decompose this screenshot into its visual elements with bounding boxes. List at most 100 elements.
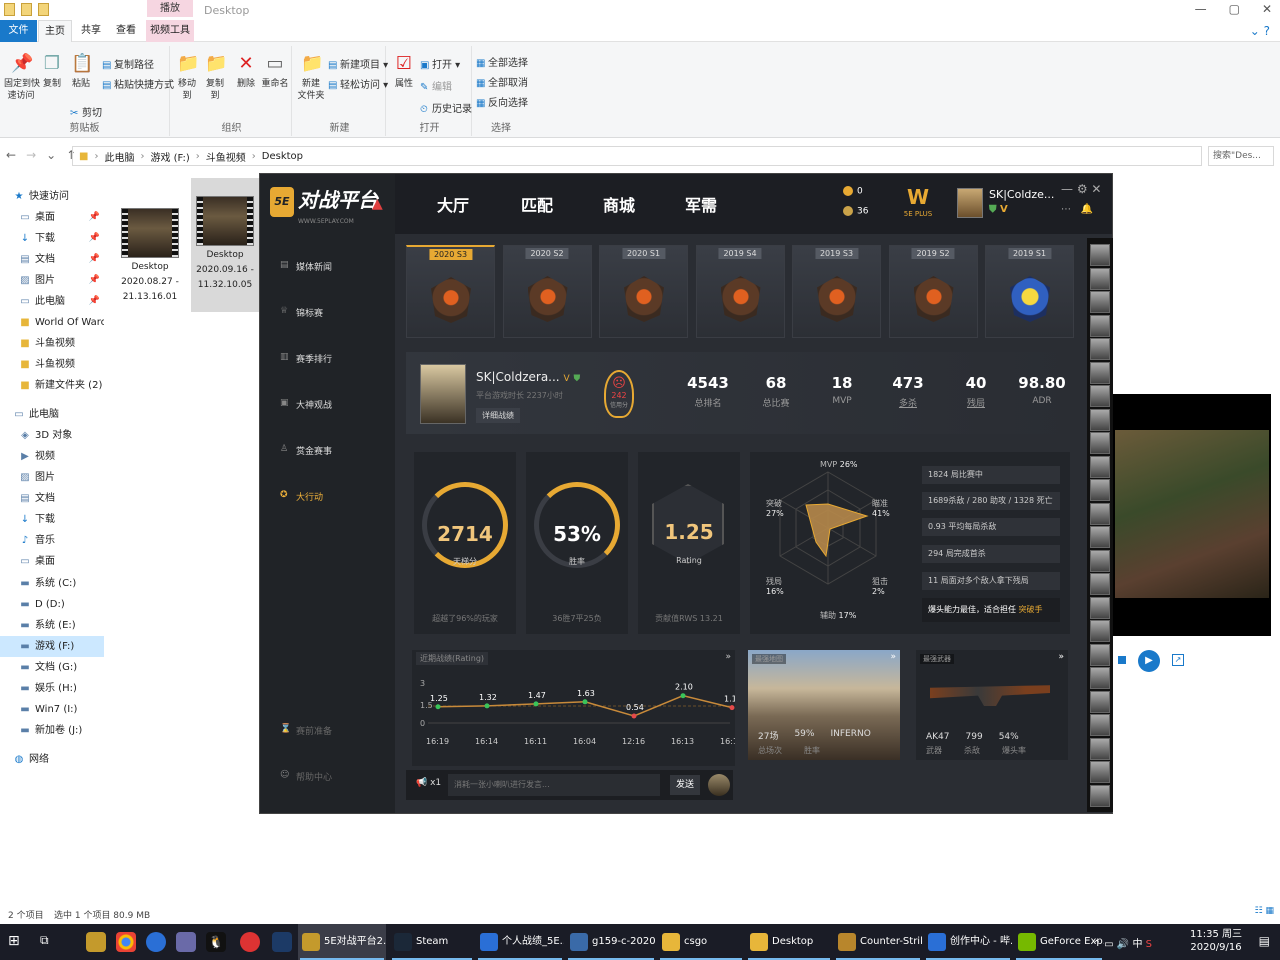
- delete-button[interactable]: ✕ 删除: [234, 52, 258, 90]
- more-icon[interactable]: ⋯: [1061, 204, 1071, 215]
- friend-avatar[interactable]: [1090, 526, 1110, 548]
- friend-avatar[interactable]: [1090, 784, 1110, 807]
- back-arrow-icon[interactable]: ←: [6, 148, 16, 162]
- season-card[interactable]: 2019 S2: [888, 245, 978, 338]
- sidebar-item[interactable]: ▬ D (D:): [0, 594, 104, 615]
- season-card[interactable]: 2019 S4: [695, 245, 785, 338]
- nav-operation[interactable]: ✪ 大行动: [280, 490, 323, 503]
- chrome-icon[interactable]: [116, 932, 136, 952]
- best-map-card[interactable]: 最强地图 » 27场 59% INFERNO 总场次 胜率: [748, 650, 900, 760]
- file-item-selected[interactable]: Desktop 2020.09.16 - 11.32.10.05: [191, 178, 259, 312]
- friend-avatar[interactable]: [1090, 596, 1110, 619]
- friend-avatar[interactable]: [1090, 408, 1110, 431]
- friend-avatar[interactable]: [1090, 667, 1110, 689]
- tab-store[interactable]: 商城: [603, 192, 635, 216]
- task-view-icon[interactable]: ⧉: [40, 933, 49, 948]
- season-card[interactable]: 2019 S3: [792, 245, 881, 338]
- file-item[interactable]: Desktop 2020.08.27 - 21.13.16.01: [116, 208, 184, 305]
- new-folder-button[interactable]: 📁 新建 文件夹: [296, 52, 326, 102]
- app-icon[interactable]: [176, 932, 196, 952]
- taskbar-app[interactable]: 个人战绩_5E...: [476, 924, 564, 960]
- taskbar-app[interactable]: Desktop: [746, 924, 832, 960]
- sidebar-item[interactable]: ■ 斗鱼视频: [0, 354, 104, 375]
- best-weapon-card[interactable]: 最强武器 » AK47 799 54% 武器 杀敌 爆头率: [916, 650, 1068, 760]
- detail-stats-button[interactable]: 详细战绩: [476, 408, 520, 423]
- sidebar-item[interactable]: ▬ 娱乐 (H:): [0, 678, 104, 699]
- breadcrumb-item[interactable]: Desktop: [262, 151, 303, 162]
- friend-avatar[interactable]: [1090, 502, 1110, 525]
- sidebar-item[interactable]: ◈ 3D 对象: [0, 425, 104, 446]
- close-button[interactable]: ✕: [1262, 2, 1272, 16]
- sidebar-item[interactable]: ◍ 网络: [0, 749, 104, 770]
- address-bar[interactable]: ■ › 此电脑 › 游戏 (F:) › 斗鱼视频 › Desktop: [72, 146, 1202, 166]
- sidebar-item[interactable]: ▭ 此电脑: [0, 404, 104, 425]
- stop-icon[interactable]: [1118, 656, 1126, 664]
- taskbar-app[interactable]: csgo: [658, 924, 744, 960]
- sidebar-item[interactable]: ▭ 此电脑 📌: [0, 291, 104, 312]
- quick-access-toolbar[interactable]: [4, 3, 49, 16]
- gear-icon[interactable]: ⚙: [1077, 182, 1088, 196]
- sidebar-item[interactable]: ▬ Win7 (I:): [0, 699, 104, 720]
- search-input[interactable]: 搜索"Des...: [1208, 146, 1274, 166]
- pin-quick-access-button[interactable]: 📌 固定到快 速访问: [4, 52, 40, 102]
- ime-indicator[interactable]: 中: [1132, 939, 1142, 950]
- rename-button[interactable]: ▭ 重命名: [260, 52, 290, 90]
- sidebar-item[interactable]: ■ 斗鱼视频: [0, 333, 104, 354]
- nav-bounty[interactable]: ♙ 赏金赛事: [280, 444, 332, 457]
- minimize-icon[interactable]: —: [1061, 182, 1073, 196]
- friend-avatar[interactable]: [1090, 737, 1110, 760]
- notification-icon[interactable]: ▤: [1259, 934, 1270, 948]
- new-item-button[interactable]: ▤ 新建项目 ▾: [328, 56, 388, 71]
- friend-avatar[interactable]: [1090, 385, 1110, 407]
- sidebar-item[interactable]: ★ 快速访问: [0, 186, 104, 207]
- copy-button[interactable]: ❐ 复制: [40, 52, 64, 90]
- paste-button[interactable]: 📋 粘贴: [68, 52, 94, 90]
- taskbar-app[interactable]: Steam: [390, 924, 474, 960]
- taskbar-app[interactable]: Counter-Strik...: [834, 924, 922, 960]
- friend-avatar[interactable]: [1090, 432, 1110, 454]
- help-icon[interactable]: ⌄ ?: [1250, 24, 1270, 38]
- invert-selection-button[interactable]: ▦ 反向选择: [476, 94, 528, 109]
- friend-avatar[interactable]: [1090, 244, 1110, 266]
- sidebar-item[interactable]: ▬ 系统 (C:): [0, 573, 104, 594]
- sidebar-item[interactable]: ▬ 新加卷 (J:): [0, 720, 104, 741]
- chat-input[interactable]: 消耗一张小喇叭进行发言...: [448, 774, 660, 796]
- copy-path-button[interactable]: ▤ 复制路径: [102, 56, 154, 71]
- bell-icon[interactable]: 🔔: [1081, 204, 1093, 215]
- easy-access-button[interactable]: ▤ 轻松访问 ▾: [328, 76, 388, 91]
- breadcrumb-item[interactable]: 游戏 (F:): [150, 149, 189, 164]
- sidebar-item[interactable]: ↓ 下载: [0, 509, 104, 530]
- cut-button[interactable]: ✂ 剪切: [70, 104, 102, 119]
- sidebar-item[interactable]: ■ 新建文件夹 (2): [0, 375, 104, 396]
- nav-season-rank[interactable]: ▥ 赛季排行: [280, 352, 332, 365]
- nav-spectate[interactable]: ▣ 大神观战: [280, 398, 332, 411]
- chevron-right-icon[interactable]: »: [890, 652, 896, 662]
- qq-icon[interactable]: 🐧: [206, 932, 226, 952]
- sidebar-item[interactable]: ▭ 桌面 📌: [0, 207, 104, 228]
- history-button[interactable]: ⏲ 历史记录: [420, 100, 472, 115]
- username[interactable]: SK|Coldze...: [989, 188, 1054, 201]
- friend-avatar[interactable]: [1090, 314, 1110, 337]
- sidebar-item[interactable]: ▤ 文档: [0, 488, 104, 509]
- season-card[interactable]: 2019 S1: [985, 245, 1074, 338]
- friend-avatar[interactable]: [1090, 291, 1110, 313]
- friend-avatar[interactable]: [1090, 690, 1110, 713]
- tab-share[interactable]: 共享: [76, 20, 106, 42]
- select-none-button[interactable]: ▦ 全部取消: [476, 74, 528, 89]
- friend-avatar[interactable]: [1090, 620, 1110, 642]
- tab-video-tools[interactable]: 视频工具: [146, 20, 194, 42]
- taskbar-app[interactable]: 创作中心 - 哔...: [924, 924, 1012, 960]
- friend-avatar[interactable]: [1090, 338, 1110, 360]
- sidebar-item[interactable]: ▬ 文档 (G:): [0, 657, 104, 678]
- taskbar-app[interactable]: g159-c-2020...: [566, 924, 656, 960]
- tab-view[interactable]: 查看: [110, 20, 142, 42]
- tab-supplies[interactable]: 军需: [685, 192, 717, 216]
- nav-prep[interactable]: ⌛ 赛前准备: [280, 724, 332, 737]
- close-icon[interactable]: ✕: [1091, 182, 1101, 196]
- paste-shortcut-button[interactable]: ▤ 粘贴快捷方式: [102, 76, 174, 91]
- sidebar-item[interactable]: ▬ 游戏 (F:): [0, 636, 104, 657]
- sidebar-item[interactable]: ▨ 图片 📌: [0, 270, 104, 291]
- taskbar-app[interactable]: GeForce Exp...: [1014, 924, 1104, 960]
- breadcrumb-item[interactable]: 斗鱼视频: [206, 149, 246, 164]
- friend-avatar[interactable]: [1090, 479, 1110, 501]
